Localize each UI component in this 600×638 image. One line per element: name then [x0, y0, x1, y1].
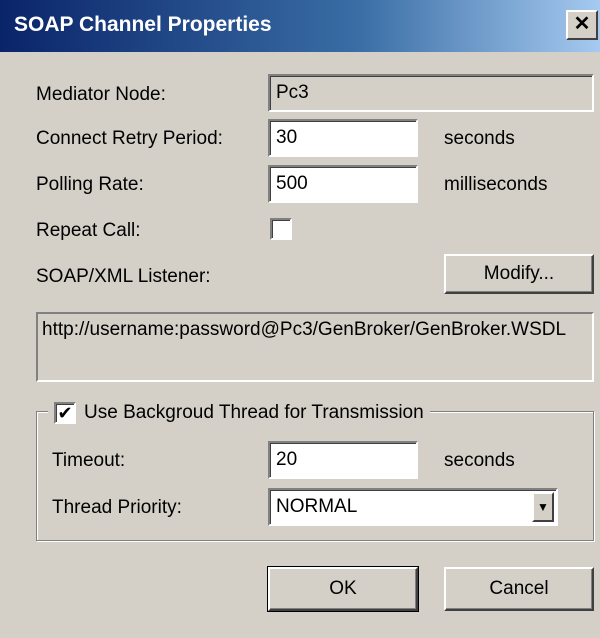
connect-retry-period-value: 30 [276, 127, 298, 148]
background-thread-checkbox[interactable]: ✔ [54, 402, 76, 424]
close-icon: ✕ [573, 13, 591, 35]
connect-retry-period-label: Connect Retry Period: [36, 128, 223, 149]
timeout-unit: seconds [444, 450, 515, 471]
polling-rate-input[interactable]: 500 [268, 165, 418, 203]
timeout-input[interactable]: 20 [268, 441, 418, 479]
timeout-label: Timeout: [52, 450, 126, 471]
window-title: SOAP Channel Properties [14, 13, 272, 36]
soap-xml-listener-label: SOAP/XML Listener: [36, 266, 211, 287]
background-thread-legend[interactable]: ✔ Use Backgroud Thread for Transmission [48, 401, 430, 425]
soap-channel-properties-dialog: SOAP Channel Properties ✕ Mediator Node:… [0, 0, 600, 638]
mediator-node-field: Pc3 [268, 74, 594, 112]
thread-priority-select[interactable]: NORMAL ▼ [268, 488, 558, 526]
chevron-down-icon[interactable]: ▼ [532, 492, 554, 522]
connect-retry-period-input[interactable]: 30 [268, 119, 418, 157]
background-thread-label: Use Backgroud Thread for Transmission [84, 402, 424, 423]
ok-button[interactable]: OK [267, 566, 419, 612]
polling-rate-unit: milliseconds [444, 174, 548, 195]
repeat-call-label: Repeat Call: [36, 220, 141, 241]
checkmark-icon: ✔ [57, 403, 73, 423]
repeat-call-checkbox[interactable] [270, 218, 292, 240]
polling-rate-label: Polling Rate: [36, 174, 144, 195]
polling-rate-value: 500 [276, 173, 308, 194]
timeout-value: 20 [276, 449, 298, 470]
listener-url-field: http://username:password@Pc3/GenBroker/G… [36, 312, 594, 382]
thread-priority-value: NORMAL [276, 496, 358, 517]
title-bar[interactable]: SOAP Channel Properties ✕ [0, 0, 600, 52]
modify-button[interactable]: Modify... [444, 254, 594, 294]
thread-priority-label: Thread Priority: [52, 497, 182, 518]
cancel-button[interactable]: Cancel [444, 567, 594, 611]
mediator-node-label: Mediator Node: [36, 84, 166, 105]
close-button[interactable]: ✕ [566, 10, 598, 40]
connect-retry-unit: seconds [444, 128, 515, 149]
mediator-node-value: Pc3 [276, 82, 309, 103]
